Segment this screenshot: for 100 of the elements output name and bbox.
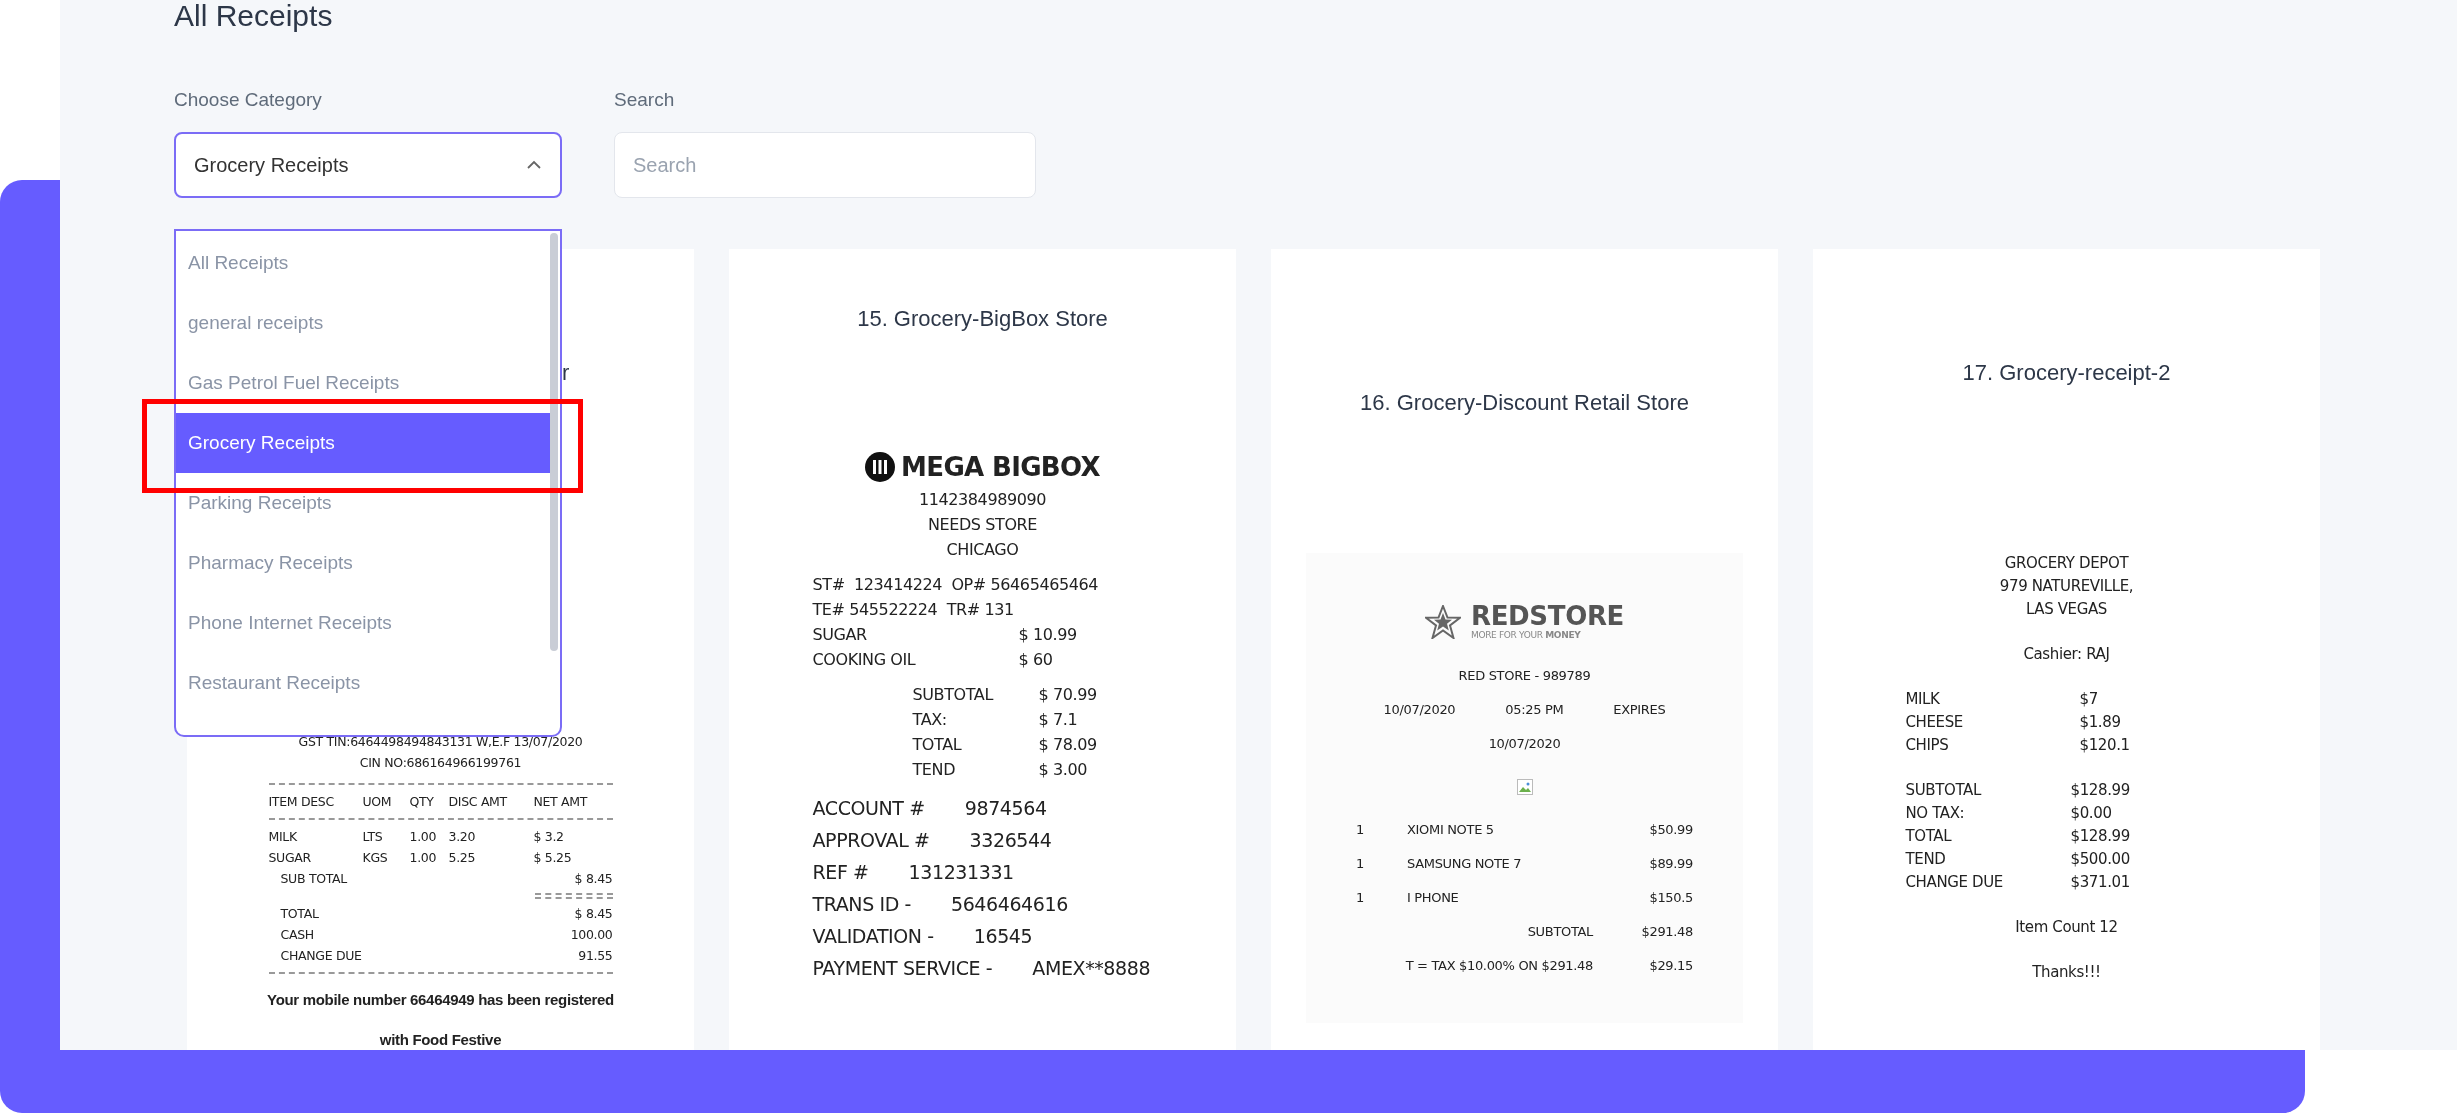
receipt-value: 9874564 — [964, 796, 1047, 821]
receipt-amount: $ 8.45 — [574, 905, 613, 923]
receipt-amount: $500.00 — [2070, 849, 2130, 870]
receipt-cell-text: DISC AMT — [448, 793, 509, 811]
receipt-value: 3326544 — [969, 828, 1052, 853]
receipt-label: TEND — [912, 759, 957, 781]
receipt-cell-text: SAMSUNG NOTE 7 — [1407, 855, 1523, 873]
receipt-line: Thanks!!! — [2031, 962, 2102, 983]
receipt-amount: $ 7.1 — [1038, 709, 1078, 731]
receipt-cell-text: UOM — [362, 793, 393, 811]
receipt-cell-text: QTY — [409, 793, 435, 811]
receipt-line: 1142384989090 — [917, 489, 1048, 511]
receipt-amount: $ 10.99 — [1018, 624, 1077, 646]
field-label: Search — [614, 88, 676, 112]
receipt-amount: $ 8.45 — [574, 870, 613, 888]
receipt-amount: $89.99 — [1649, 855, 1693, 873]
receipt-cell-text: NET AMT — [533, 793, 589, 811]
field-label: Choose Category — [174, 88, 323, 112]
receipt-label: TOTAL — [1905, 826, 1953, 847]
receipt-cell-text: KGS — [362, 849, 389, 867]
receipt-label: SUGAR — [812, 624, 868, 646]
receipt-line: GST TIN:6464498494843131 W,E.F 13/07/2020 — [297, 733, 584, 751]
receipt-cell-text: 3.20 — [448, 828, 477, 846]
receipt-line: RED STORE - 989789 — [1457, 667, 1592, 685]
receipt-cell-text: 1.00 — [409, 828, 438, 846]
store-logo-text: REDSTORE — [1470, 603, 1625, 629]
receipt-label: NO TAX: — [1905, 803, 1966, 824]
receipt-label: SUBTOTAL — [1527, 923, 1593, 941]
receipt-amount: $ 3.00 — [1038, 759, 1087, 781]
receipt-line: Item Count 12 — [2014, 917, 2119, 938]
receipt-label: VALIDATION - — [812, 924, 934, 949]
receipt-label: CASH — [279, 926, 315, 944]
receipt-cell-text: $ 5.25 — [533, 849, 573, 867]
receipt-label: PAYMENT SERVICE - — [812, 956, 993, 981]
receipt-cell-text: SUGAR — [268, 849, 312, 867]
card-title: 16. Grocery-Discount Retail Store — [1360, 389, 1689, 417]
receipt-label: TEND — [1905, 849, 1947, 870]
dropdown-option[interactable]: Grocery Receipts — [176, 413, 552, 473]
receipt-line: CIN NO:686164966199761 — [358, 754, 523, 772]
receipt-amount: $120.1 — [2079, 735, 2130, 756]
receipt-amount: $ 70.99 — [1038, 684, 1097, 706]
category-select[interactable]: Grocery Receipts — [174, 132, 562, 198]
receipt-cell-text: 1 — [1356, 821, 1365, 839]
receipt-amount: $ 78.09 — [1038, 734, 1097, 756]
receipt-label: TRANS ID - — [812, 892, 911, 917]
receipt-cell-text: $ 3.2 — [533, 828, 565, 846]
receipt-amount: $150.5 — [1649, 889, 1693, 907]
receipt-line: Cashier: RAJ — [2022, 644, 2111, 665]
card-title: r — [562, 359, 570, 387]
receipt-cell-text: 1 — [1356, 855, 1365, 873]
search-field[interactable]: Search — [614, 132, 1036, 198]
receipt-cell-text: 10/07/2020 — [1383, 701, 1456, 719]
receipt-label: ACCOUNT # — [812, 796, 925, 821]
receipt-line: ST# 123414224 OP# 56465465464 — [812, 574, 1100, 596]
receipt-label: CHEESE — [1905, 712, 1964, 733]
scrollbar-thumb[interactable] — [550, 233, 558, 651]
receipt-label: SUBTOTAL — [1905, 780, 1983, 801]
chevron-up-icon — [526, 160, 542, 170]
receipt-amount: $1.89 — [2079, 712, 2121, 733]
receipt-label: CHANGE DUE — [1905, 872, 2004, 893]
receipt-line: TE# 545522224 TR# 131 — [812, 599, 1015, 621]
receipt-amount: $128.99 — [2070, 780, 2130, 801]
receipt-cell-text: 1 — [1356, 889, 1365, 907]
receipt-label: TAX: — [912, 709, 948, 731]
receipt-label: TOTAL — [279, 905, 320, 923]
receipt-label: SUB TOTAL — [279, 870, 348, 888]
receipt-card[interactable] — [729, 249, 1236, 1050]
receipt-line: CHICAGO — [945, 539, 1020, 561]
receipt-cell-text: 05:25 PM — [1505, 701, 1564, 719]
store-logo-text: MEGA BIGBOX — [901, 451, 1100, 483]
receipt-cell-text: 5.25 — [448, 849, 477, 867]
receipt-value: 5646464616 — [951, 892, 1068, 917]
receipt-cell-text: MILK — [268, 828, 298, 846]
dropdown-option[interactable]: Pharmacy Receipts — [176, 533, 552, 593]
dropdown-option[interactable]: Restaurant Receipts — [176, 653, 552, 713]
receipt-label: T = TAX $10.00% ON $291.48 — [1405, 957, 1593, 975]
card-title: 15. Grocery-BigBox Store — [857, 305, 1108, 333]
store-tagline: MORE FOR YOUR MONEY — [1470, 629, 1582, 641]
page-title: All Receipts — [174, 0, 334, 34]
receipt-amount: $0.00 — [2070, 803, 2112, 824]
receipt-amount: 100.00 — [570, 926, 613, 944]
star-icon — [1424, 605, 1461, 639]
receipt-value: 16545 — [973, 924, 1033, 949]
receipt-line: 10/07/2020 — [1487, 735, 1562, 753]
dropdown-option[interactable]: Gas Petrol Fuel Receipts — [176, 353, 552, 413]
receipt-value: 131231331 — [908, 860, 1014, 885]
receipt-cell-text: LTS — [362, 828, 384, 846]
receipt-cell-text: I PHONE — [1407, 889, 1460, 907]
dropdown-option[interactable]: Phone Internet Receipts — [176, 593, 552, 653]
receipt-line: LAS VEGAS — [2025, 599, 2108, 620]
dropdown-option[interactable]: Parking Receipts — [176, 473, 552, 533]
dropdown-option[interactable]: All Receipts — [176, 233, 552, 293]
receipt-label: SUBTOTAL — [912, 684, 995, 706]
receipt-label: MILK — [1905, 689, 1941, 710]
logo-mark-icon — [865, 452, 896, 482]
receipt-amount: $50.99 — [1649, 821, 1693, 839]
receipt-cell-text: XIOMI NOTE 5 — [1407, 821, 1495, 839]
receipt-line: 979 NATUREVILLE, — [1998, 576, 2135, 597]
dropdown-option[interactable]: general receipts — [176, 293, 552, 353]
receipt-amount: $ 60 — [1018, 649, 1053, 671]
